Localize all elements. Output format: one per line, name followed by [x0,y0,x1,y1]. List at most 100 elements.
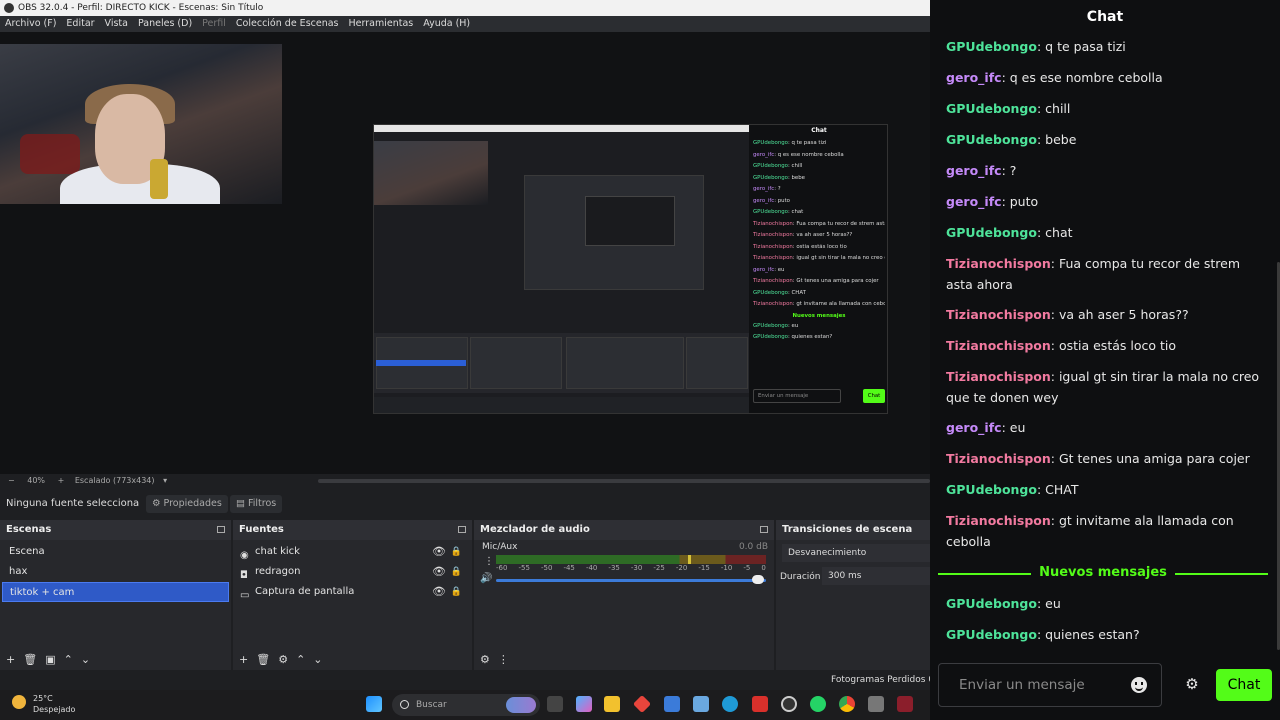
emoji-icon[interactable] [1131,677,1147,693]
menu-perfil[interactable]: Perfil [197,16,231,32]
chat-username[interactable]: Tizianochispon [946,369,1051,384]
remove-scene-icon[interactable]: 🗑 [23,653,37,666]
obs-taskbar-icon[interactable] [781,696,797,712]
visibility-eye-icon[interactable]: 👁 [432,582,446,602]
properties-button[interactable]: ⚙ Propiedades [146,495,228,513]
scene-filters-icon[interactable]: ▣ [45,653,55,666]
chat-message: GPUdebongo: quienes estan? [946,627,1140,642]
chat-username[interactable]: GPUdebongo [946,596,1037,611]
meter-tick-label: -60 [496,564,508,572]
visibility-eye-icon[interactable]: 👁 [432,542,446,562]
chat-message: GPUdebongo: bebe [946,132,1077,147]
docks-area: Escenas Escena hax tiktok + cam + 🗑 ▣ ⌃ … [0,520,932,670]
chat-text: ostia estás loco tio [1058,338,1177,353]
chat-username[interactable]: gero_ifc [946,70,1002,85]
menu-editar[interactable]: Editar [61,16,99,32]
menu-archivo[interactable]: Archivo (F) [0,16,61,32]
menu-paneles[interactable]: Paneles (D) [133,16,197,32]
chat-username[interactable]: Tizianochispon [946,513,1051,528]
lock-icon[interactable]: 🔒 [451,582,462,602]
chat-username[interactable]: GPUdebongo [946,39,1037,54]
chat-send-button[interactable]: Chat [1216,669,1272,701]
menu-vista[interactable]: Vista [100,16,133,32]
lock-icon[interactable]: 🔒 [451,562,462,582]
windows-start-icon[interactable] [366,696,382,712]
settings-icon[interactable] [868,696,884,712]
copilot-icon[interactable] [576,696,592,712]
move-down-icon[interactable]: ⌄ [81,653,90,666]
app-red-diamond-icon[interactable] [632,694,652,714]
scene-item-tiktok-cam[interactable]: tiktok + cam [2,582,229,602]
chrome-icon[interactable] [839,696,855,712]
visibility-eye-icon[interactable]: 👁 [432,562,446,582]
zoom-out-button[interactable]: − [8,476,15,485]
chat-username[interactable]: GPUdebongo [946,101,1037,116]
chat-text: quienes estan? [1045,627,1140,642]
preview-canvas[interactable]: Chat GPUdebongo: q te pasa tizi gero_ifc:… [0,32,930,474]
audio-mixer-dock: Mezclador de audio Mic/Aux 0.0 dB ⋮ -60 -… [474,520,774,670]
remove-source-icon[interactable]: 🗑 [256,653,270,666]
source-item-chat-kick[interactable]: ◉ chat kick 👁 🔒 [233,542,472,562]
menu-coleccion-escenas[interactable]: Colección de Escenas [231,16,344,32]
source-item-redragon[interactable]: ◘ redragon 👁 🔒 [233,562,472,582]
windows-taskbar: 25°C Despejado Buscar [0,690,930,720]
add-source-icon[interactable]: + [239,653,248,666]
filters-button[interactable]: ▤ Filtros [230,495,283,513]
nested-chat-line: GPUdebongo: chat [753,209,804,215]
popout-icon[interactable] [458,526,466,533]
scale-dropdown[interactable]: Escalado (773x434) [75,476,155,485]
chat-username[interactable]: GPUdebongo [946,482,1037,497]
volume-fader-knob[interactable] [752,575,764,584]
move-down-icon[interactable]: ⌄ [313,653,322,666]
mixer-menu-icon[interactable]: ⋮ [498,653,509,666]
chat-username[interactable]: GPUdebongo [946,627,1037,642]
preview-scrollbar[interactable] [318,479,930,483]
frames-dropped: Fotogramas Perdidos 0 ( [831,675,941,685]
chat-username[interactable]: Tizianochispon [946,256,1051,271]
chat-username[interactable]: gero_ifc [946,194,1002,209]
chat-username[interactable]: Tizianochispon [946,338,1051,353]
chat-username[interactable]: gero_ifc [946,163,1002,178]
popout-icon[interactable] [217,526,225,533]
whatsapp-icon[interactable] [810,696,826,712]
chat-message: GPUdebongo: chill [946,101,1071,116]
app-dark-red-icon[interactable] [897,696,913,712]
menu-herramientas[interactable]: Herramientas [344,16,419,32]
chat-input[interactable]: Enviar un mensaje [938,663,1162,707]
channel-menu-icon[interactable]: ⋮ [484,556,494,567]
file-explorer-icon[interactable] [604,696,620,712]
volume-fader[interactable] [496,579,766,582]
menu-ayuda[interactable]: Ayuda (H) [418,16,475,32]
source-item-captura[interactable]: ▭ Captura de pantalla 👁 🔒 [233,582,472,602]
duration-input[interactable]: 300 ms [822,567,932,585]
chat-settings-gear-icon[interactable]: ⚙ [1184,676,1200,692]
move-up-icon[interactable]: ⌃ [64,653,73,666]
speaker-icon[interactable]: 🔊 [480,573,492,584]
photos-icon[interactable] [693,696,709,712]
taskbar-search[interactable]: Buscar [392,694,540,716]
app-red-icon[interactable] [752,696,768,712]
move-up-icon[interactable]: ⌃ [296,653,305,666]
chat-text: chill [1045,101,1071,116]
chat-username[interactable]: Tizianochispon [946,451,1051,466]
mixer-settings-icon[interactable]: ⚙ [480,653,490,666]
chat-username[interactable]: GPUdebongo [946,225,1037,240]
chevron-down-icon[interactable]: ▾ [163,476,167,485]
zoom-in-button[interactable]: + [58,476,65,485]
scene-item-hax[interactable]: hax [2,562,229,582]
add-scene-icon[interactable]: + [6,653,15,666]
chat-username[interactable]: Tizianochispon [946,307,1051,322]
meter-tick-label: -10 [720,564,733,572]
source-settings-icon[interactable]: ⚙ [278,653,288,666]
edge-icon[interactable] [722,696,738,712]
transition-type-select[interactable]: Desvanecimiento [782,544,932,562]
store-icon[interactable] [664,696,680,712]
popout-icon[interactable] [760,526,768,533]
mixer-db-readout: 0.0 dB [738,542,768,552]
chat-username[interactable]: GPUdebongo [946,132,1037,147]
task-view-icon[interactable] [547,696,563,712]
scene-item-escena[interactable]: Escena [2,542,229,562]
chat-username[interactable]: gero_ifc [946,420,1002,435]
lock-icon[interactable]: 🔒 [451,542,462,562]
chat-message: GPUdebongo: eu [946,596,1061,611]
